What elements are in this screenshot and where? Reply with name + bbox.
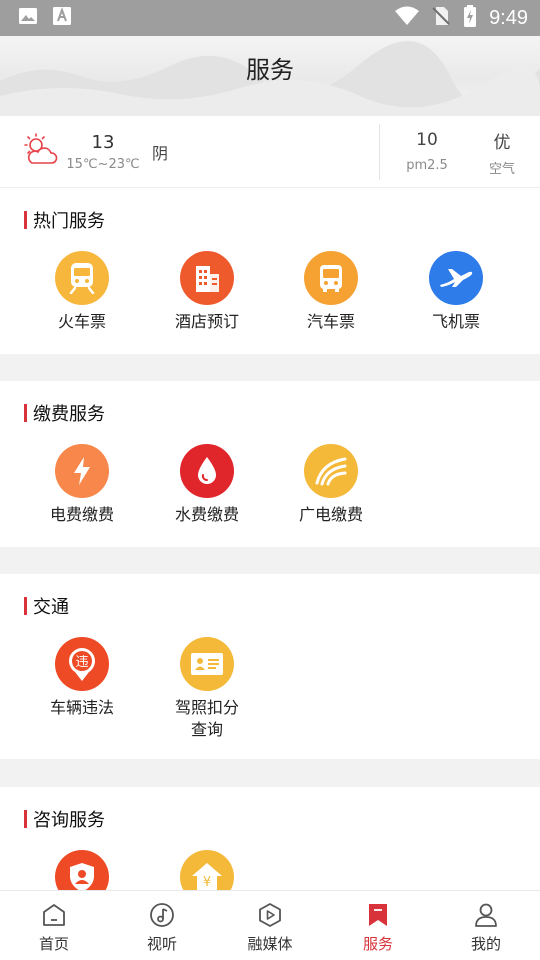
weather-panel[interactable]: 13 15℃~23℃ 阴 10 pm2.5 优 空气 — [0, 116, 540, 188]
service-label: 水费缴费 — [174, 505, 239, 524]
train-icon — [55, 251, 109, 305]
service-label: 火车票 — [57, 312, 106, 331]
section-title: 咨询服务 — [24, 809, 105, 831]
page-header: 服务 — [0, 36, 540, 116]
play-hexagon-icon — [256, 901, 284, 929]
tab-services[interactable]: 服务 — [324, 891, 432, 960]
section-accent-bar — [24, 597, 27, 615]
tab-mine[interactable]: 我的 — [432, 891, 540, 960]
bus-icon — [304, 251, 358, 305]
service-label: 电费缴费 — [49, 505, 114, 524]
bottom-tab-bar: 首页 视听 融媒体 服务 我的 — [0, 890, 540, 960]
font-notification-icon — [52, 6, 72, 30]
section-accent-bar — [24, 810, 27, 828]
airplane-icon — [429, 251, 483, 305]
bookmark-icon — [364, 901, 392, 929]
service-license-points-query[interactable]: 驾照扣分 查询 — [152, 637, 262, 741]
service-bus-ticket[interactable]: 汽车票 — [276, 251, 386, 333]
status-bar: 9:49 — [0, 0, 540, 36]
air-quality-label: 空气 — [488, 162, 515, 177]
pm25-value: 10 — [416, 130, 438, 150]
section-hot-services: 热门服务 火车票 酒店预订 汽车票 飞机票 — [0, 188, 540, 354]
service-label: 车辆违法 — [49, 698, 114, 717]
gallery-notification-icon — [18, 7, 38, 29]
service-water-payment[interactable]: 水费缴费 — [152, 444, 262, 526]
service-label: 飞机票 — [431, 312, 480, 331]
music-note-icon — [148, 901, 176, 929]
tab-media[interactable]: 融媒体 — [216, 891, 324, 960]
service-label: 汽车票 — [306, 312, 355, 331]
wifi-icon — [395, 6, 420, 30]
status-time: 9:49 — [489, 6, 528, 29]
service-train-ticket[interactable]: 火车票 — [27, 251, 137, 333]
temperature: 13 — [91, 132, 115, 153]
section-title: 缴费服务 — [24, 403, 105, 425]
section-traffic: 交通 违 车辆违法 驾照扣分 查询 — [0, 574, 540, 759]
service-broadcast-payment[interactable]: 广电缴费 — [276, 444, 386, 526]
service-electricity-payment[interactable]: 电费缴费 — [27, 444, 137, 526]
hotel-icon — [180, 251, 234, 305]
section-consulting-services: 咨询服务 ¥ — [0, 787, 540, 904]
lightning-icon — [55, 444, 109, 498]
svg-text:违: 违 — [75, 655, 88, 670]
section-accent-bar — [24, 211, 27, 229]
weather-condition: 阴 — [152, 144, 169, 163]
section-accent-bar — [24, 404, 27, 422]
home-icon — [40, 901, 68, 929]
service-hotel-booking[interactable]: 酒店预订 — [152, 251, 262, 333]
broadcast-icon — [304, 444, 358, 498]
section-title: 热门服务 — [24, 210, 105, 232]
svg-text:¥: ¥ — [203, 875, 211, 890]
violation-pin-icon: 违 — [55, 637, 109, 691]
battery-charging-icon — [463, 5, 477, 31]
section-title: 交通 — [24, 596, 69, 618]
service-label: 驾照扣分 查询 — [174, 698, 239, 739]
service-label: 广电缴费 — [298, 505, 363, 524]
user-icon — [472, 901, 500, 929]
tab-audio-video[interactable]: 视听 — [108, 891, 216, 960]
service-vehicle-violation[interactable]: 违 车辆违法 — [27, 637, 137, 719]
air-quality-value: 优 — [493, 133, 511, 153]
temperature-range: 15℃~23℃ — [66, 157, 140, 172]
weather-divider — [379, 124, 380, 180]
license-card-icon — [180, 637, 234, 691]
service-flight-ticket[interactable]: 飞机票 — [401, 251, 511, 333]
service-label: 酒店预订 — [174, 312, 239, 331]
page-title: 服务 — [246, 56, 294, 84]
water-drop-icon — [180, 444, 234, 498]
no-sim-icon — [431, 6, 451, 30]
section-payment-services: 缴费服务 电费缴费 水费缴费 广电缴费 — [0, 381, 540, 547]
tab-home[interactable]: 首页 — [0, 891, 108, 960]
pm25-label: pm2.5 — [406, 158, 448, 173]
cloudy-sun-icon — [22, 132, 58, 170]
